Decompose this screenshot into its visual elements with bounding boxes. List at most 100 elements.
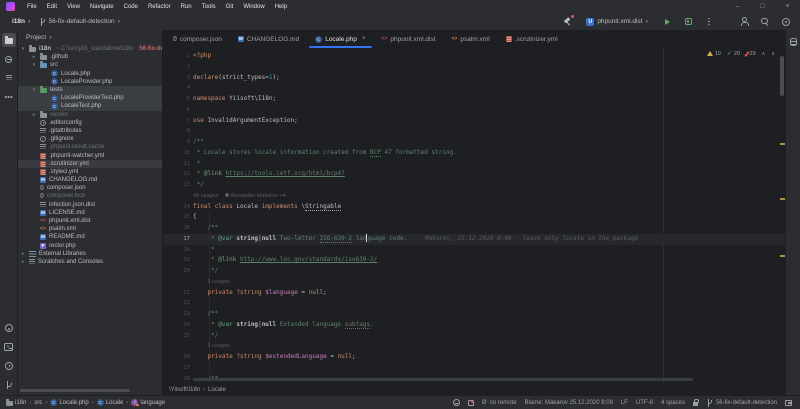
- tab-phpunit-xml-dist[interactable]: <>phpunit.xml.dist: [374, 30, 444, 48]
- tab-composer-json[interactable]: {}composer.json: [165, 30, 230, 48]
- editor-horizontal-scrollbar[interactable]: [193, 378, 693, 381]
- menu-view[interactable]: View: [67, 3, 80, 11]
- menu-edit[interactable]: Edit: [47, 3, 57, 11]
- menu-tools[interactable]: Tools: [202, 3, 216, 11]
- more-run-actions-button[interactable]: [703, 16, 715, 28]
- database-tool-button[interactable]: [786, 35, 800, 49]
- tree-item-gitignore[interactable]: .gitignore: [18, 135, 162, 143]
- tab-psalm-xml[interactable]: <>psalm.xml: [444, 30, 498, 48]
- services-tool-button[interactable]: [2, 321, 16, 335]
- line-number[interactable]: 14: [163, 202, 193, 213]
- tree-item-external-libraries[interactable]: External Libraries: [18, 250, 162, 258]
- structure-tool-button[interactable]: [2, 71, 16, 85]
- tree-item-composer-lock[interactable]: {}composer.lock: [18, 192, 162, 200]
- status-layout[interactable]: [785, 400, 792, 406]
- project-panel-header[interactable]: Project: [18, 30, 162, 45]
- menu-refactor[interactable]: Refactor: [148, 3, 171, 11]
- line-number[interactable]: 11: [163, 159, 193, 170]
- line-number[interactable]: 9: [163, 137, 193, 148]
- code-with-me-button[interactable]: [738, 16, 750, 28]
- tree-item-composer-json[interactable]: {}composer.json: [18, 184, 162, 192]
- menu-window[interactable]: Window: [243, 3, 264, 11]
- line-number[interactable]: 24: [163, 320, 193, 331]
- menu-git[interactable]: Git: [226, 3, 234, 11]
- tree-item-scratches-and-consoles[interactable]: Scratches and Consoles: [18, 258, 162, 266]
- chevron-icon[interactable]: [20, 251, 26, 257]
- prev-problem-button[interactable]: [762, 51, 766, 57]
- tree-item-github[interactable]: .github: [18, 53, 162, 61]
- tree-item-tests[interactable]: tests: [18, 86, 162, 94]
- project-horizontal-scrollbar[interactable]: [20, 389, 130, 392]
- nav-item-i18n[interactable]: i18n: [6, 400, 26, 406]
- line-number[interactable]: 17: [163, 234, 193, 245]
- line-number[interactable]: 2: [163, 62, 193, 73]
- line-number[interactable]: 27: [163, 363, 193, 374]
- line-number[interactable]: 12: [163, 169, 193, 180]
- menu-file[interactable]: File: [27, 3, 37, 11]
- line-number[interactable]: 3: [163, 73, 193, 84]
- tab-changelog-md[interactable]: MCHANGELOG.md: [230, 30, 307, 48]
- line-number[interactable]: 10: [163, 148, 193, 159]
- tree-item-gitattributes[interactable]: .gitattributes: [18, 127, 162, 135]
- menu-navigate[interactable]: Navigate: [90, 3, 114, 11]
- status-notify[interactable]: [468, 400, 474, 406]
- line-number[interactable]: 1: [163, 51, 193, 62]
- status-blame-makarov-25-12-2020-8-08[interactable]: Blame: Makarov 25.12.2020 8:08: [525, 400, 613, 406]
- tree-item-editorconfig[interactable]: .editorconfig: [18, 119, 162, 127]
- status-56-fix-default-detection[interactable]: 56-fix-default-detection: [706, 399, 777, 407]
- warnings-counter[interactable]: 10: [707, 51, 721, 57]
- line-number[interactable]: 16: [163, 223, 193, 234]
- chevron-icon[interactable]: [20, 46, 26, 52]
- minimize-button[interactable]: –: [725, 0, 750, 13]
- status-lf[interactable]: LF: [621, 400, 628, 406]
- line-number[interactable]: 6: [163, 105, 193, 116]
- line-number[interactable]: 4: [163, 83, 193, 94]
- line-number[interactable]: 28: [163, 374, 193, 385]
- vertical-scrollbar[interactable]: [780, 56, 784, 96]
- close-button[interactable]: ×: [775, 0, 800, 13]
- inlay-row[interactable]: 5 usages: [163, 277, 785, 288]
- tab-scrutinizer-yml[interactable]: .scrutinizer.yml: [498, 30, 566, 48]
- line-number[interactable]: 18: [163, 245, 193, 256]
- more-tools-button[interactable]: [2, 90, 16, 104]
- tree-item-phpunit-result-cache[interactable]: .phpunit.result.cache: [18, 143, 162, 151]
- warning-stripe-mark[interactable]: [780, 255, 785, 257]
- line-number[interactable]: 22: [163, 298, 193, 309]
- chevron-icon[interactable]: [31, 54, 37, 60]
- line-number[interactable]: 5: [163, 94, 193, 105]
- status-lock[interactable]: [693, 400, 698, 406]
- inspections-widget[interactable]: 10 20 29: [707, 50, 775, 57]
- tree-item-scrutinizer-yml[interactable]: .scrutinizer.yml: [18, 160, 162, 168]
- settings-button[interactable]: [780, 16, 792, 28]
- debug-button[interactable]: [682, 16, 694, 28]
- chevron-icon[interactable]: [31, 87, 37, 93]
- line-number[interactable]: 20: [163, 266, 193, 277]
- build-button[interactable]: [561, 16, 573, 28]
- branch-widget[interactable]: 56-fix-default-detection: [35, 16, 125, 28]
- run-button[interactable]: [661, 16, 673, 28]
- tree-item-localeprovidertest-php[interactable]: CLocaleProviderTest.php: [18, 94, 162, 102]
- tree-item-infection-json-dist[interactable]: infection.json.dist: [18, 201, 162, 209]
- line-number[interactable]: 26: [163, 352, 193, 363]
- chevron-icon[interactable]: [31, 62, 37, 68]
- tree-item-readme-md[interactable]: MREADME.md: [18, 233, 162, 241]
- line-number[interactable]: 15: [163, 212, 193, 223]
- warning-stripe-mark[interactable]: [780, 143, 785, 145]
- tree-item-psalm-xml[interactable]: <>psalm.xml: [18, 225, 162, 233]
- breadcrumb-yiisoft-i18n[interactable]: \Yiisoft\I18n: [169, 387, 200, 393]
- inlay-row[interactable]: 5 usages: [163, 341, 785, 352]
- menu-run[interactable]: Run: [181, 3, 192, 11]
- search-everywhere-button[interactable]: [759, 16, 771, 28]
- nav-item-language[interactable]: flanguage: [131, 399, 165, 406]
- tree-item-localetest-php[interactable]: CLocaleTest.php: [18, 102, 162, 110]
- tree-item-rector-php[interactable]: Prector.php: [18, 242, 162, 250]
- project-widget[interactable]: i18n: [8, 16, 35, 27]
- maximize-button[interactable]: □: [750, 0, 775, 13]
- inlay-row[interactable]: 49 usages Alexander Makarov +4: [163, 191, 785, 202]
- line-number[interactable]: 21: [163, 288, 193, 299]
- terminal-tool-button[interactable]: [2, 340, 16, 354]
- problems-tool-button[interactable]: [2, 359, 16, 373]
- status-4-spaces[interactable]: 4 spaces: [661, 400, 685, 406]
- line-number[interactable]: 23: [163, 309, 193, 320]
- tree-item-phpunit-xml-dist[interactable]: <>phpunit.xml.dist: [18, 217, 162, 225]
